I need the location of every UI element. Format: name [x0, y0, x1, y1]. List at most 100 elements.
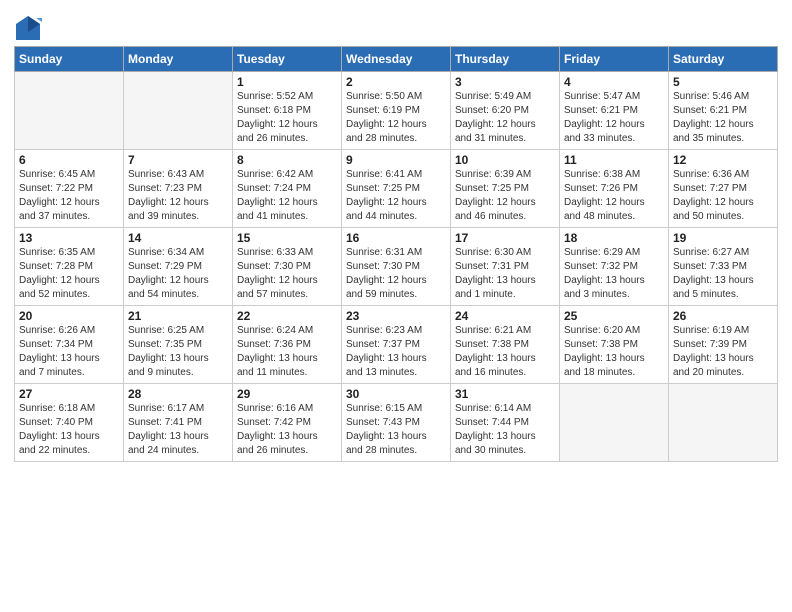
logo [14, 14, 46, 42]
table-cell: 3Sunrise: 5:49 AMSunset: 6:20 PMDaylight… [451, 72, 560, 150]
cell-details: Sunrise: 6:43 AMSunset: 7:23 PMDaylight:… [128, 168, 228, 224]
day-number: 22 [237, 309, 337, 323]
day-number: 16 [346, 231, 446, 245]
week-row: 20Sunrise: 6:26 AMSunset: 7:34 PMDayligh… [15, 306, 778, 384]
day-number: 12 [673, 153, 773, 167]
cell-details: Sunrise: 5:47 AMSunset: 6:21 PMDaylight:… [564, 90, 664, 146]
table-cell: 15Sunrise: 6:33 AMSunset: 7:30 PMDayligh… [233, 228, 342, 306]
table-cell: 28Sunrise: 6:17 AMSunset: 7:41 PMDayligh… [124, 384, 233, 462]
table-cell: 31Sunrise: 6:14 AMSunset: 7:44 PMDayligh… [451, 384, 560, 462]
col-header-saturday: Saturday [669, 47, 778, 72]
table-cell: 2Sunrise: 5:50 AMSunset: 6:19 PMDaylight… [342, 72, 451, 150]
cell-details: Sunrise: 5:46 AMSunset: 6:21 PMDaylight:… [673, 90, 773, 146]
table-cell [124, 72, 233, 150]
table-cell: 1Sunrise: 5:52 AMSunset: 6:18 PMDaylight… [233, 72, 342, 150]
table-cell: 30Sunrise: 6:15 AMSunset: 7:43 PMDayligh… [342, 384, 451, 462]
table-cell: 5Sunrise: 5:46 AMSunset: 6:21 PMDaylight… [669, 72, 778, 150]
table-cell: 16Sunrise: 6:31 AMSunset: 7:30 PMDayligh… [342, 228, 451, 306]
cell-details: Sunrise: 6:27 AMSunset: 7:33 PMDaylight:… [673, 246, 773, 302]
table-cell: 12Sunrise: 6:36 AMSunset: 7:27 PMDayligh… [669, 150, 778, 228]
day-number: 24 [455, 309, 555, 323]
cell-details: Sunrise: 5:52 AMSunset: 6:18 PMDaylight:… [237, 90, 337, 146]
day-number: 5 [673, 75, 773, 89]
col-header-sunday: Sunday [15, 47, 124, 72]
day-number: 29 [237, 387, 337, 401]
day-number: 6 [19, 153, 119, 167]
table-cell: 21Sunrise: 6:25 AMSunset: 7:35 PMDayligh… [124, 306, 233, 384]
table-cell: 22Sunrise: 6:24 AMSunset: 7:36 PMDayligh… [233, 306, 342, 384]
cell-details: Sunrise: 6:33 AMSunset: 7:30 PMDaylight:… [237, 246, 337, 302]
cell-details: Sunrise: 6:16 AMSunset: 7:42 PMDaylight:… [237, 402, 337, 458]
cell-details: Sunrise: 6:42 AMSunset: 7:24 PMDaylight:… [237, 168, 337, 224]
col-header-monday: Monday [124, 47, 233, 72]
table-cell: 23Sunrise: 6:23 AMSunset: 7:37 PMDayligh… [342, 306, 451, 384]
table-cell: 13Sunrise: 6:35 AMSunset: 7:28 PMDayligh… [15, 228, 124, 306]
table-cell: 24Sunrise: 6:21 AMSunset: 7:38 PMDayligh… [451, 306, 560, 384]
day-number: 19 [673, 231, 773, 245]
day-number: 25 [564, 309, 664, 323]
col-header-wednesday: Wednesday [342, 47, 451, 72]
day-number: 15 [237, 231, 337, 245]
cell-details: Sunrise: 6:36 AMSunset: 7:27 PMDaylight:… [673, 168, 773, 224]
day-number: 17 [455, 231, 555, 245]
table-cell: 11Sunrise: 6:38 AMSunset: 7:26 PMDayligh… [560, 150, 669, 228]
table-cell: 17Sunrise: 6:30 AMSunset: 7:31 PMDayligh… [451, 228, 560, 306]
day-number: 3 [455, 75, 555, 89]
day-number: 18 [564, 231, 664, 245]
cell-details: Sunrise: 6:45 AMSunset: 7:22 PMDaylight:… [19, 168, 119, 224]
cell-details: Sunrise: 6:38 AMSunset: 7:26 PMDaylight:… [564, 168, 664, 224]
cell-details: Sunrise: 6:18 AMSunset: 7:40 PMDaylight:… [19, 402, 119, 458]
table-cell: 8Sunrise: 6:42 AMSunset: 7:24 PMDaylight… [233, 150, 342, 228]
cell-details: Sunrise: 6:24 AMSunset: 7:36 PMDaylight:… [237, 324, 337, 380]
cell-details: Sunrise: 6:26 AMSunset: 7:34 PMDaylight:… [19, 324, 119, 380]
col-header-thursday: Thursday [451, 47, 560, 72]
week-row: 6Sunrise: 6:45 AMSunset: 7:22 PMDaylight… [15, 150, 778, 228]
col-header-friday: Friday [560, 47, 669, 72]
table-cell [560, 384, 669, 462]
day-number: 11 [564, 153, 664, 167]
cell-details: Sunrise: 6:23 AMSunset: 7:37 PMDaylight:… [346, 324, 446, 380]
day-number: 31 [455, 387, 555, 401]
day-number: 4 [564, 75, 664, 89]
day-number: 7 [128, 153, 228, 167]
cell-details: Sunrise: 5:50 AMSunset: 6:19 PMDaylight:… [346, 90, 446, 146]
week-row: 1Sunrise: 5:52 AMSunset: 6:18 PMDaylight… [15, 72, 778, 150]
logo-icon [14, 14, 42, 42]
week-row: 27Sunrise: 6:18 AMSunset: 7:40 PMDayligh… [15, 384, 778, 462]
day-number: 2 [346, 75, 446, 89]
table-cell: 25Sunrise: 6:20 AMSunset: 7:38 PMDayligh… [560, 306, 669, 384]
table-cell: 4Sunrise: 5:47 AMSunset: 6:21 PMDaylight… [560, 72, 669, 150]
table-cell [15, 72, 124, 150]
day-number: 21 [128, 309, 228, 323]
cell-details: Sunrise: 6:34 AMSunset: 7:29 PMDaylight:… [128, 246, 228, 302]
table-cell [669, 384, 778, 462]
cell-details: Sunrise: 6:14 AMSunset: 7:44 PMDaylight:… [455, 402, 555, 458]
table-cell: 18Sunrise: 6:29 AMSunset: 7:32 PMDayligh… [560, 228, 669, 306]
calendar-table: SundayMondayTuesdayWednesdayThursdayFrid… [14, 46, 778, 462]
cell-details: Sunrise: 6:41 AMSunset: 7:25 PMDaylight:… [346, 168, 446, 224]
cell-details: Sunrise: 6:19 AMSunset: 7:39 PMDaylight:… [673, 324, 773, 380]
table-cell: 19Sunrise: 6:27 AMSunset: 7:33 PMDayligh… [669, 228, 778, 306]
cell-details: Sunrise: 6:20 AMSunset: 7:38 PMDaylight:… [564, 324, 664, 380]
table-cell: 26Sunrise: 6:19 AMSunset: 7:39 PMDayligh… [669, 306, 778, 384]
cell-details: Sunrise: 5:49 AMSunset: 6:20 PMDaylight:… [455, 90, 555, 146]
table-cell: 10Sunrise: 6:39 AMSunset: 7:25 PMDayligh… [451, 150, 560, 228]
day-number: 20 [19, 309, 119, 323]
header [14, 10, 778, 42]
table-cell: 27Sunrise: 6:18 AMSunset: 7:40 PMDayligh… [15, 384, 124, 462]
table-cell: 14Sunrise: 6:34 AMSunset: 7:29 PMDayligh… [124, 228, 233, 306]
table-cell: 7Sunrise: 6:43 AMSunset: 7:23 PMDaylight… [124, 150, 233, 228]
cell-details: Sunrise: 6:25 AMSunset: 7:35 PMDaylight:… [128, 324, 228, 380]
day-number: 14 [128, 231, 228, 245]
day-number: 26 [673, 309, 773, 323]
day-number: 9 [346, 153, 446, 167]
table-cell: 29Sunrise: 6:16 AMSunset: 7:42 PMDayligh… [233, 384, 342, 462]
day-number: 1 [237, 75, 337, 89]
col-header-tuesday: Tuesday [233, 47, 342, 72]
cell-details: Sunrise: 6:29 AMSunset: 7:32 PMDaylight:… [564, 246, 664, 302]
day-number: 10 [455, 153, 555, 167]
table-cell: 20Sunrise: 6:26 AMSunset: 7:34 PMDayligh… [15, 306, 124, 384]
calendar-page: SundayMondayTuesdayWednesdayThursdayFrid… [0, 0, 792, 470]
day-number: 27 [19, 387, 119, 401]
cell-details: Sunrise: 6:30 AMSunset: 7:31 PMDaylight:… [455, 246, 555, 302]
